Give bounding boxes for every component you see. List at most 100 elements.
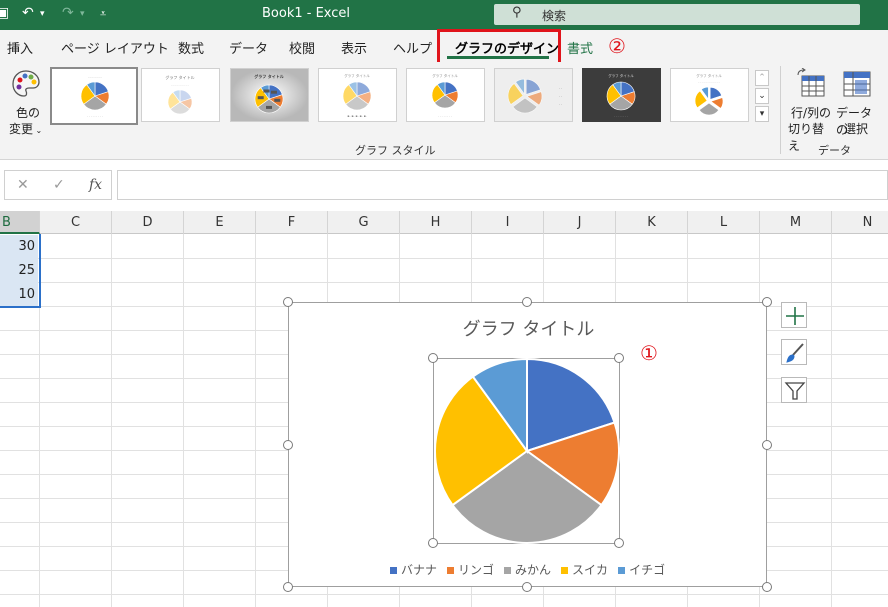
column-header-k[interactable]: K — [616, 211, 688, 234]
column-header-e[interactable]: E — [184, 211, 256, 234]
redo-dropdown-icon[interactable]: ▾ — [80, 9, 85, 19]
column-header-g[interactable]: G — [328, 211, 400, 234]
plot-resize-handle[interactable] — [614, 538, 624, 548]
search-placeholder: 検索 — [542, 9, 567, 23]
plus-icon — [786, 307, 804, 325]
chart-elements-button[interactable] — [781, 302, 807, 328]
svg-text:- -: - - — [559, 86, 562, 90]
chart-style-1[interactable]: - - - - - - - . . . . . . . . . — [50, 67, 138, 125]
column-headers: B C D E F G H I J K L M N — [0, 211, 888, 234]
select-data-button[interactable]: データの 選択 — [834, 66, 880, 137]
tab-format[interactable]: 書式 — [567, 38, 593, 57]
group-divider — [780, 66, 781, 154]
svg-text:▪- ▪- ▪- ▪- ▪-: ▪- ▪- ▪- ▪- ▪- — [347, 114, 366, 118]
legend-item[interactable]: イチゴ — [618, 561, 665, 578]
chart-resize-handle[interactable] — [762, 297, 772, 307]
chart-style-7[interactable]: グラフ タイトル . . . . . . . . — [582, 68, 661, 122]
chart-resize-handle[interactable] — [762, 582, 772, 592]
tab-insert[interactable]: 挿入 — [7, 38, 33, 57]
undo-dropdown-icon[interactable]: ▾ — [40, 9, 45, 19]
svg-text:グラフ タイトル: グラフ タイトル — [254, 73, 283, 79]
legend-item[interactable]: バナナ — [390, 561, 437, 578]
chart-filters-button[interactable] — [781, 377, 807, 403]
gallery-scroll-down[interactable]: ⌄ — [755, 88, 769, 104]
chart-style-5[interactable]: グラフ タイトル . . . . . . . . — [406, 68, 485, 122]
svg-text:- - - - - - - - - - -: - - - - - - - - - - - — [698, 80, 719, 84]
data-group-label: データ — [818, 144, 851, 157]
insert-function-icon[interactable]: fx — [89, 177, 102, 193]
filter-icon — [784, 382, 806, 400]
legend-item[interactable]: みかん — [504, 561, 551, 578]
tab-help[interactable]: ヘルプ — [393, 38, 432, 57]
gallery-more[interactable]: ▾ — [755, 106, 769, 122]
chart-style-4[interactable]: グラフ タイトル ▪- ▪- ▪- ▪- ▪- — [318, 68, 397, 122]
save-icon[interactable]: ▣ — [0, 5, 9, 21]
tab-page-layout[interactable]: ページ レイアウト — [61, 38, 169, 57]
svg-text:グラフ タイトル: グラフ タイトル — [165, 74, 194, 80]
chart-resize-handle[interactable] — [762, 440, 772, 450]
plot-resize-handle[interactable] — [428, 353, 438, 363]
chart-title[interactable]: グラフ タイトル — [289, 315, 768, 341]
mini-pie-slice — [525, 79, 541, 95]
column-header-j[interactable]: J — [544, 211, 616, 234]
chart-legend[interactable]: バナナ リンゴ みかん スイカ イチゴ — [390, 561, 675, 578]
plot-resize-handle[interactable] — [428, 538, 438, 548]
plot-resize-handle[interactable] — [614, 353, 624, 363]
ribbon-body: 色の 変更 ⌄ - - - - - - - . . . . . . . . . … — [0, 62, 888, 160]
chart-styles-button[interactable] — [781, 339, 807, 365]
customize-toolbar-icon[interactable]: ⩡ — [100, 7, 106, 21]
column-header-i[interactable]: I — [472, 211, 544, 234]
mini-pie-label — [257, 96, 264, 100]
column-header-m[interactable]: M — [760, 211, 832, 234]
column-header-f[interactable]: F — [256, 211, 328, 234]
tab-review[interactable]: 校閲 — [289, 38, 315, 57]
enter-icon[interactable]: ✓ — [53, 177, 65, 193]
select-data-icon — [843, 71, 871, 97]
switch-row-column-button[interactable]: 行/列の 切り替え — [788, 66, 834, 153]
legend-swatch — [561, 567, 569, 574]
chart-resize-handle[interactable] — [283, 582, 293, 592]
tab-formulas[interactable]: 数式 — [178, 38, 204, 57]
cancel-icon[interactable]: ✕ — [17, 177, 29, 193]
legend-item[interactable]: スイカ — [561, 561, 608, 578]
redo-icon[interactable]: ↷ — [62, 5, 74, 21]
chart-resize-handle[interactable] — [283, 440, 293, 450]
chart-style-8[interactable]: グラフ タイトル - - - - - - - - - - - — [670, 68, 749, 122]
tab-view[interactable]: 表示 — [341, 38, 367, 57]
chart-resize-handle[interactable] — [283, 297, 293, 307]
grid-column-line — [183, 234, 184, 607]
column-header-n[interactable]: N — [832, 211, 888, 234]
gallery-scroll-up[interactable]: ⌃ — [755, 70, 769, 86]
change-colors-button[interactable]: 色の 変更 ⌄ — [4, 66, 44, 138]
chart-style-2[interactable]: グラフ タイトル - - - - - - - - - — [141, 68, 220, 122]
legend-label: スイカ — [572, 563, 609, 577]
search-box[interactable]: ⚲ 検索 — [494, 4, 860, 25]
tab-data[interactable]: データ — [229, 38, 268, 57]
mini-pie-slice — [709, 87, 722, 100]
column-header-b[interactable]: B — [0, 211, 40, 234]
palette-icon — [12, 70, 40, 97]
brush-icon — [786, 343, 804, 363]
selection-border — [0, 234, 41, 308]
undo-icon[interactable]: ↶ — [22, 5, 34, 21]
column-header-c[interactable]: C — [40, 211, 112, 234]
chart-resize-handle[interactable] — [522, 582, 532, 592]
chart-style-6[interactable]: - - - - - - — [494, 68, 573, 122]
grid-column-line — [255, 234, 256, 607]
chart-style-3[interactable]: グラフ タイトル — [230, 68, 309, 122]
legend-swatch — [504, 567, 512, 574]
legend-item[interactable]: リンゴ — [447, 561, 494, 578]
grid-row-line — [0, 594, 888, 595]
column-header-h[interactable]: H — [400, 211, 472, 234]
pie-chart[interactable] — [434, 358, 620, 544]
legend-label: リンゴ — [458, 563, 495, 577]
formula-input[interactable] — [117, 170, 888, 200]
svg-text:グラフ タイトル: グラフ タイトル — [344, 73, 370, 78]
chevron-down-icon: ⌄ — [33, 126, 43, 135]
svg-text:グラフ タイトル: グラフ タイトル — [608, 73, 634, 78]
chart-resize-handle[interactable] — [522, 297, 532, 307]
column-header-l[interactable]: L — [688, 211, 760, 234]
mini-pie-label — [274, 98, 281, 102]
column-header-d[interactable]: D — [112, 211, 184, 234]
switch-row-column-label-1: 行/列の — [791, 106, 832, 120]
